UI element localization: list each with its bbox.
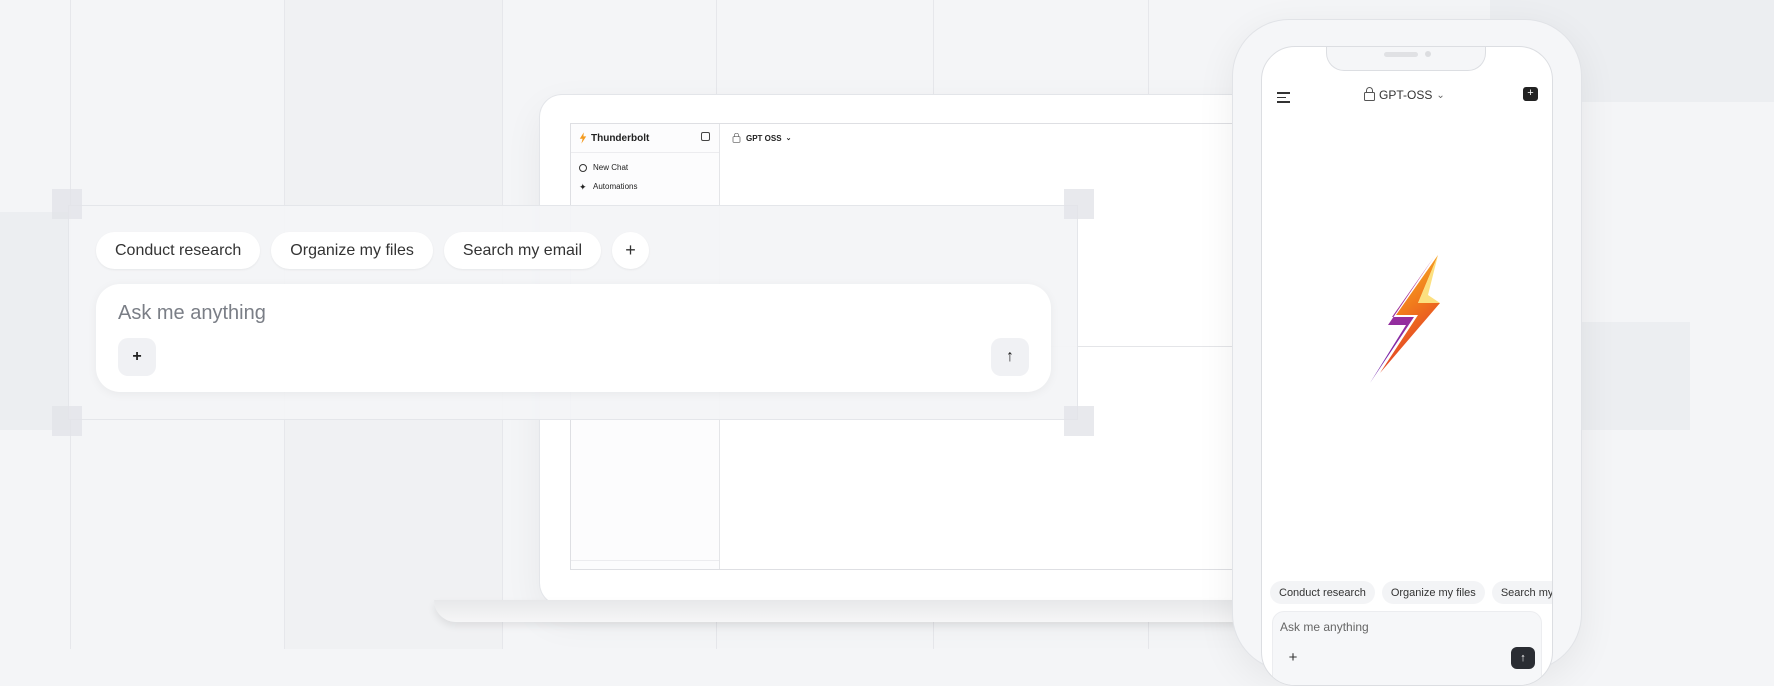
- sidebar-toggle-icon[interactable]: [701, 132, 710, 141]
- sidebar-item-label: New Chat: [593, 163, 629, 172]
- speaker: [1384, 52, 1418, 57]
- lock-icon: [732, 132, 741, 143]
- chat-bubble-icon: [579, 163, 587, 172]
- sidebar-divider: [571, 152, 719, 153]
- thunderbolt-logo-icon: [579, 132, 587, 144]
- phone-mockup: GPT-OSS ⌄ + Conduct research Organize my…: [1233, 20, 1581, 686]
- chevron-down-icon: ⌄: [785, 135, 792, 142]
- sidebar-item-automations[interactable]: ✦ Automations: [579, 182, 637, 191]
- suggestion-chip-search-email[interactable]: Search my email: [1491, 581, 1552, 604]
- chat-composer[interactable]: Ask me anything + ↑: [96, 284, 1051, 392]
- camera: [1425, 51, 1431, 57]
- suggestion-chips: Conduct research Organize my files Searc…: [96, 232, 650, 269]
- phone-model-selector[interactable]: GPT-OSS ⌄: [1364, 87, 1445, 102]
- suggestion-chip-conduct-research[interactable]: Conduct research: [1270, 581, 1375, 604]
- laptop-model-label: GPT OSS: [746, 133, 782, 143]
- new-chat-icon[interactable]: +: [1523, 87, 1538, 101]
- laptop-model-selector[interactable]: GPT OSS ⌄: [731, 132, 791, 144]
- phone-suggestion-chips: Conduct research Organize my files Searc…: [1270, 581, 1552, 604]
- laptop-brand-label: Thunderbolt: [591, 132, 650, 144]
- attach-button[interactable]: +: [118, 338, 156, 376]
- chevron-down-icon: ⌄: [1436, 89, 1445, 101]
- panel-corner: [1064, 406, 1094, 436]
- composer-input[interactable]: Ask me anything: [118, 302, 266, 325]
- phone-screen: GPT-OSS ⌄ + Conduct research Organize my…: [1261, 46, 1553, 686]
- sidebar-item-new-chat[interactable]: New Chat: [579, 163, 628, 172]
- sparkle-icon: ✦: [579, 181, 587, 192]
- phone-notch: [1326, 47, 1486, 71]
- suggestion-chip-search-email[interactable]: Search my email: [443, 232, 602, 269]
- lock-icon: [1364, 87, 1375, 101]
- phone-model-label: GPT-OSS: [1379, 88, 1433, 102]
- thunderbolt-logo-icon: [1370, 255, 1440, 383]
- suggestion-chip-organize-files[interactable]: Organize my files: [1381, 581, 1485, 604]
- laptop-brand: Thunderbolt: [579, 132, 649, 144]
- suggestion-chip-organize-files[interactable]: Organize my files: [271, 232, 433, 269]
- phone-send-button[interactable]: ↑: [1511, 647, 1535, 669]
- add-suggestion-button[interactable]: +: [612, 232, 650, 269]
- phone-composer-input[interactable]: Ask me anything: [1280, 620, 1369, 634]
- suggestion-chip-conduct-research[interactable]: Conduct research: [96, 232, 261, 269]
- phone-attach-button[interactable]: +: [1282, 646, 1304, 668]
- sidebar-footer-divider: [571, 560, 719, 561]
- menu-icon[interactable]: [1277, 92, 1290, 106]
- panel-corner: [52, 406, 82, 436]
- send-button[interactable]: ↑: [991, 338, 1029, 376]
- laptop-base: [434, 600, 1314, 622]
- panel-corner: [52, 189, 82, 219]
- panel-corner: [1064, 189, 1094, 219]
- sidebar-item-label: Automations: [593, 182, 638, 191]
